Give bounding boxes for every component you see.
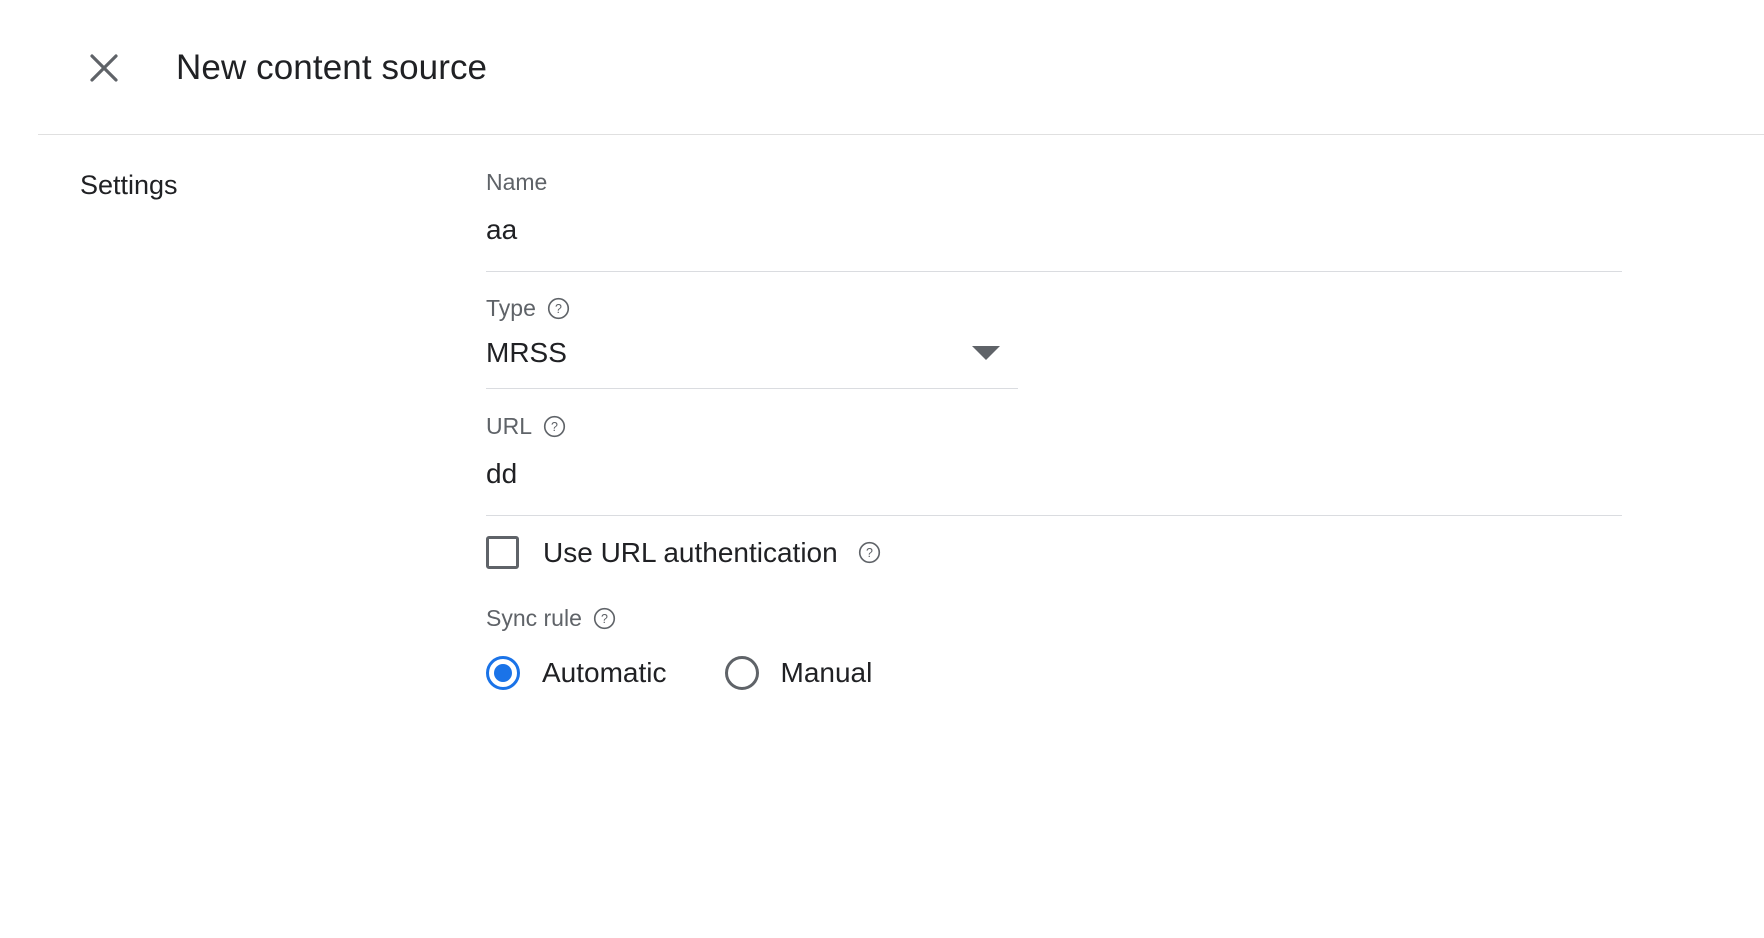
field-url: URL ? dd (486, 412, 1622, 516)
help-circle-icon[interactable]: ? (543, 415, 566, 438)
svg-text:?: ? (551, 419, 558, 433)
help-circle-icon[interactable]: ? (858, 541, 881, 564)
radio-manual[interactable] (725, 656, 759, 690)
close-icon[interactable] (80, 44, 128, 92)
radio-automatic[interactable] (486, 656, 520, 690)
type-select-value: MRSS (486, 336, 567, 370)
help-circle-icon[interactable]: ? (593, 607, 616, 630)
radio-automatic-label: Automatic (542, 657, 667, 689)
type-select-underline (486, 388, 1018, 389)
use-url-authentication-checkbox[interactable] (486, 536, 519, 569)
url-input-underline (486, 515, 1622, 516)
name-input-underline (486, 271, 1622, 272)
sync-rule-label: Sync rule ? (486, 605, 616, 632)
header-divider (38, 134, 1764, 135)
help-circle-icon-glyph: ? (858, 541, 881, 564)
close-icon-glyph (84, 48, 124, 88)
type-label: Type ? (486, 294, 1018, 322)
help-circle-icon-glyph: ? (543, 415, 566, 438)
sync-rule-radio-group: Automatic Manual (486, 656, 872, 690)
page-title: New content source (176, 44, 487, 92)
name-input[interactable]: aa (486, 213, 1622, 247)
url-label: URL ? (486, 412, 1622, 440)
settings-section-label: Settings (80, 170, 178, 201)
name-label: Name (486, 168, 1622, 196)
help-circle-icon[interactable]: ? (547, 297, 570, 320)
new-content-source-dialog: New content source Settings Name aa Type… (0, 0, 1764, 938)
sync-rule-option-automatic[interactable]: Automatic (486, 656, 667, 690)
use-url-authentication-row[interactable]: Use URL authentication ? (486, 536, 881, 569)
chevron-down-icon (972, 346, 1000, 360)
svg-text:?: ? (866, 546, 873, 560)
url-label-text: URL (486, 412, 532, 440)
sync-rule-label-text: Sync rule (486, 605, 582, 632)
svg-text:?: ? (555, 301, 562, 315)
radio-manual-label: Manual (781, 657, 873, 689)
svg-text:?: ? (601, 612, 608, 626)
help-circle-icon-glyph: ? (593, 607, 616, 630)
dialog-header: New content source (0, 0, 1764, 136)
type-label-text: Type (486, 294, 536, 322)
field-type: Type ? MRSS (486, 294, 1018, 389)
use-url-authentication-label: Use URL authentication (543, 537, 838, 569)
field-name: Name aa (486, 168, 1622, 272)
help-circle-icon-glyph: ? (547, 297, 570, 320)
type-select[interactable]: MRSS (486, 336, 1018, 370)
sync-rule-option-manual[interactable]: Manual (725, 656, 873, 690)
url-input[interactable]: dd (486, 457, 1622, 491)
